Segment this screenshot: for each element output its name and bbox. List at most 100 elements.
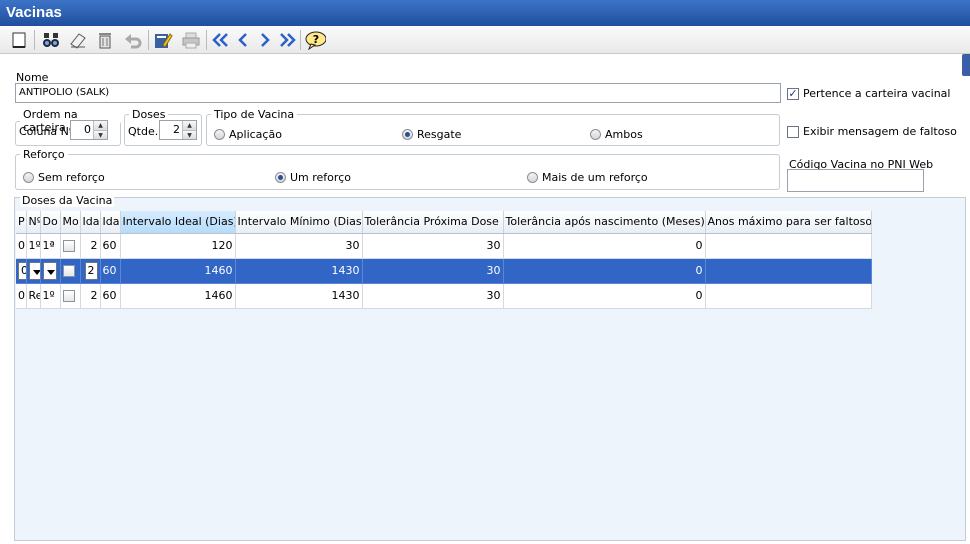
delete-icon[interactable] bbox=[94, 29, 116, 51]
cell-do[interactable]: 1º bbox=[40, 283, 61, 309]
spin-down-icon[interactable]: ▼ bbox=[94, 130, 107, 139]
edit-icon[interactable] bbox=[152, 29, 174, 51]
col-header-do[interactable]: Do bbox=[40, 211, 61, 234]
cell-p[interactable]: 0 bbox=[16, 233, 27, 259]
cell-intervalo-minimo[interactable]: 1430 bbox=[235, 283, 363, 309]
cell-tolerancia-nascimento[interactable]: 0 bbox=[503, 283, 706, 309]
col-header-anos-maximo[interactable]: Anos máximo para ser faltoso bbox=[705, 211, 872, 234]
cell-mo[interactable] bbox=[60, 283, 81, 309]
nome-field[interactable]: ANTIPOLIO (SALK) bbox=[15, 83, 781, 103]
cell-anos-maximo[interactable] bbox=[705, 283, 872, 309]
reforco-group: Reforço bbox=[15, 148, 780, 190]
exibir-label: Exibir mensagem de faltoso bbox=[803, 125, 957, 138]
last-icon[interactable] bbox=[276, 29, 298, 51]
window-title: Vacinas bbox=[0, 0, 970, 26]
spin-up-icon[interactable]: ▲ bbox=[183, 121, 196, 130]
col-header-p[interactable]: P bbox=[16, 211, 27, 234]
pertence-checkbox[interactable]: ✓ Pertence a carteira vacinal bbox=[787, 87, 950, 100]
cell-ida2[interactable]: 60 bbox=[100, 233, 121, 259]
cell-ida1[interactable]: 2 bbox=[80, 233, 101, 259]
dropdown-icon[interactable] bbox=[28, 261, 39, 280]
doses-table-legend: Doses da Vacina bbox=[20, 194, 115, 207]
cell-anos-maximo[interactable] bbox=[705, 258, 872, 284]
table-row[interactable]: 0 1º 1ª 2 60 120 30 30 0 bbox=[16, 233, 872, 259]
codigo-field[interactable] bbox=[787, 169, 924, 192]
cell-p[interactable]: 0 bbox=[16, 258, 27, 284]
cell-tolerancia-proxima[interactable]: 30 bbox=[362, 283, 504, 309]
cell-intervalo-ideal[interactable]: 1460 bbox=[120, 258, 236, 284]
print-icon[interactable] bbox=[180, 29, 202, 51]
table-row-selected[interactable]: 0 2 60 1460 1430 30 0 bbox=[16, 258, 872, 284]
clear-icon[interactable] bbox=[66, 29, 88, 51]
undo-icon[interactable] bbox=[122, 29, 144, 51]
spin-down-icon[interactable]: ▼ bbox=[183, 130, 196, 139]
new-icon[interactable] bbox=[8, 29, 30, 51]
cell-anos-maximo[interactable] bbox=[705, 233, 872, 259]
radio-icon[interactable] bbox=[23, 172, 34, 183]
radio-icon[interactable] bbox=[590, 129, 601, 140]
col-header-intervalo-minimo[interactable]: Intervalo Mínimo (Dias) bbox=[235, 211, 363, 234]
col-header-tolerancia-proxima[interactable]: Tolerância Próxima Dose bbox=[362, 211, 504, 234]
table-row[interactable]: 0 Re 1º 2 60 1460 1430 30 0 bbox=[16, 283, 872, 309]
spin-up-icon[interactable]: ▲ bbox=[94, 121, 107, 130]
check-icon[interactable]: ✓ bbox=[787, 87, 799, 100]
reforco-legend: Reforço bbox=[23, 148, 65, 161]
cell-intervalo-ideal[interactable]: 1460 bbox=[120, 283, 236, 309]
cell-mo[interactable] bbox=[60, 258, 81, 284]
tipo-group: Tipo de Vacina bbox=[206, 108, 780, 146]
next-icon[interactable] bbox=[254, 29, 276, 51]
scroll-handle[interactable] bbox=[962, 54, 970, 76]
cell-mo[interactable] bbox=[60, 233, 81, 259]
radio-selected-icon[interactable] bbox=[275, 172, 286, 183]
cell-ida2[interactable]: 60 bbox=[100, 258, 121, 284]
qtde-stepper[interactable]: 2 ▲ ▼ bbox=[159, 120, 197, 140]
col-header-tolerancia-nascimento[interactable]: Tolerância após nascimento (Meses) bbox=[503, 211, 706, 234]
cell-tolerancia-proxima[interactable]: 30 bbox=[362, 258, 504, 284]
radio-sem-reforco[interactable]: Sem reforço bbox=[23, 171, 105, 184]
cell-intervalo-minimo[interactable]: 30 bbox=[235, 233, 363, 259]
cell-intervalo-ideal[interactable]: 120 bbox=[120, 233, 236, 259]
col-header-intervalo-ideal[interactable]: Intervalo Ideal (Dias) bbox=[120, 211, 236, 234]
radio-resgate[interactable]: Resgate bbox=[402, 128, 461, 141]
col-header-ida1[interactable]: Ida bbox=[80, 211, 101, 234]
cell-do[interactable] bbox=[40, 258, 61, 284]
radio-label: Aplicação bbox=[229, 128, 282, 141]
cell-do[interactable]: 1ª bbox=[40, 233, 61, 259]
radio-um-reforco[interactable]: Um reforço bbox=[275, 171, 351, 184]
checkbox-icon[interactable] bbox=[62, 290, 75, 302]
cell-ida1[interactable]: 2 bbox=[80, 283, 101, 309]
cell-intervalo-minimo[interactable]: 1430 bbox=[235, 258, 363, 284]
search-icon[interactable] bbox=[40, 29, 62, 51]
help-icon[interactable]: ? bbox=[304, 29, 326, 51]
coluna-stepper[interactable]: 0 ▲ ▼ bbox=[70, 120, 108, 140]
cell-p[interactable]: 0 bbox=[16, 283, 27, 309]
cell-n[interactable] bbox=[26, 258, 41, 284]
checkbox-icon[interactable] bbox=[62, 240, 75, 252]
cell-ida1[interactable]: 2 bbox=[80, 258, 101, 284]
cell-tolerancia-nascimento[interactable]: 0 bbox=[503, 258, 706, 284]
cell-tolerancia-proxima[interactable]: 30 bbox=[362, 233, 504, 259]
radio-icon[interactable] bbox=[527, 172, 538, 183]
col-header-n[interactable]: Nº bbox=[26, 211, 41, 234]
cell-n[interactable]: Re bbox=[26, 283, 41, 309]
dropdown-icon[interactable] bbox=[42, 261, 57, 280]
cell-tolerancia-nascimento[interactable]: 0 bbox=[503, 233, 706, 259]
cell-editor[interactable]: 0 bbox=[18, 261, 25, 280]
col-header-mo[interactable]: Mo bbox=[60, 211, 81, 234]
radio-icon[interactable] bbox=[214, 129, 225, 140]
radio-label: Sem reforço bbox=[38, 171, 105, 184]
cell-editor[interactable]: 2 bbox=[84, 261, 98, 280]
radio-selected-icon[interactable] bbox=[402, 129, 413, 140]
checkbox-icon[interactable] bbox=[62, 265, 75, 277]
cell-ida2[interactable]: 60 bbox=[100, 283, 121, 309]
radio-aplicacao[interactable]: Aplicação bbox=[214, 128, 282, 141]
col-header-ida2[interactable]: Ida bbox=[100, 211, 121, 234]
exibir-checkbox[interactable]: Exibir mensagem de faltoso bbox=[787, 125, 957, 138]
first-icon[interactable] bbox=[210, 29, 232, 51]
previous-icon[interactable] bbox=[232, 29, 254, 51]
radio-mais-reforco[interactable]: Mais de um reforço bbox=[527, 171, 648, 184]
checkbox-icon[interactable] bbox=[787, 125, 799, 138]
radio-ambos[interactable]: Ambos bbox=[590, 128, 643, 141]
qtde-value: 2 bbox=[173, 123, 180, 136]
cell-n[interactable]: 1º bbox=[26, 233, 41, 259]
